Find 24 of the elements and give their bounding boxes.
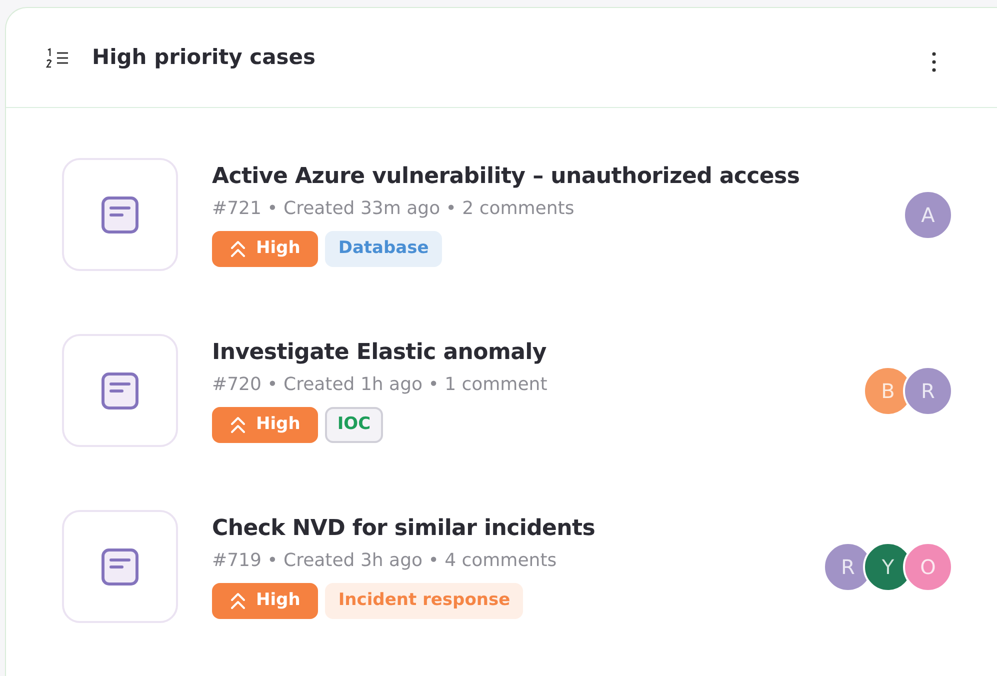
double-chevron-up-icon (230, 592, 246, 610)
priority-badge: High (212, 231, 318, 267)
case-title[interactable]: Active Azure vulnerability – unauthorized access (212, 162, 800, 192)
double-chevron-up-icon (230, 416, 246, 434)
double-chevron-up-icon (230, 240, 246, 258)
case-meta: #719 • Created 3h ago • 4 comments (212, 549, 558, 573)
numbered-list-icon (46, 46, 70, 68)
tag: Database (325, 231, 442, 267)
document-icon (101, 548, 139, 586)
document-icon (101, 196, 139, 234)
case-meta: #721 • Created 33m ago • 2 comments (212, 197, 576, 221)
more-options-icon[interactable] (931, 50, 937, 72)
document-icon (101, 372, 139, 410)
priority-badge: High (212, 583, 318, 619)
priority-badge: High (212, 407, 318, 443)
case-title[interactable]: Investigate Elastic anomaly (212, 338, 548, 368)
panel-title: High priority cases (92, 44, 316, 71)
avatar: O (903, 542, 953, 592)
tag: IOC (325, 407, 383, 443)
avatar: R (903, 366, 953, 416)
case-meta: #720 • Created 1h ago • 1 comment (212, 373, 548, 397)
avatar: A (903, 190, 953, 240)
tag: Incident response (325, 583, 524, 619)
case-title[interactable]: Check NVD for similar incidents (212, 514, 596, 544)
